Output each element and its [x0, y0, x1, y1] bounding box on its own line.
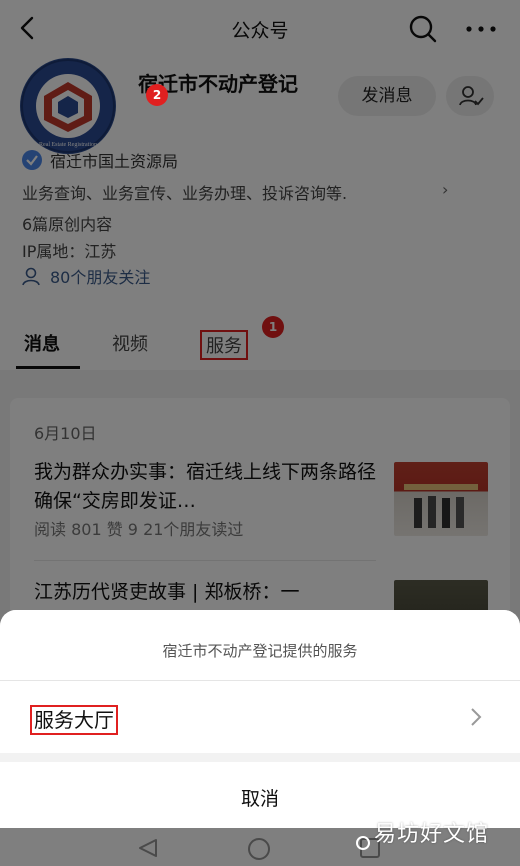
watermark-icon — [356, 836, 370, 850]
sheet-title: 宿迁市不动产登记提供的服务 — [162, 642, 358, 660]
sheet-header: 宿迁市不动产登记提供的服务 — [0, 610, 520, 680]
cancel-label: 取消 — [240, 788, 279, 810]
services-bottom-sheet: 宿迁市不动产登记提供的服务 服务大厅 取消 — [0, 610, 520, 828]
step-badge-2: 2 — [146, 84, 168, 106]
chevron-right-icon — [471, 708, 482, 726]
service-hall-label: 服务大厅 — [30, 705, 118, 735]
service-hall-item[interactable]: 服务大厅 — [0, 681, 520, 753]
nav-back-icon[interactable] — [136, 837, 160, 859]
official-account-page: 公众号 Real Estate Registration 宿迁市不动产登记 发消… — [0, 0, 520, 866]
watermark-text: 易坊好文馆 — [374, 822, 490, 847]
nav-home-icon[interactable] — [248, 838, 270, 860]
